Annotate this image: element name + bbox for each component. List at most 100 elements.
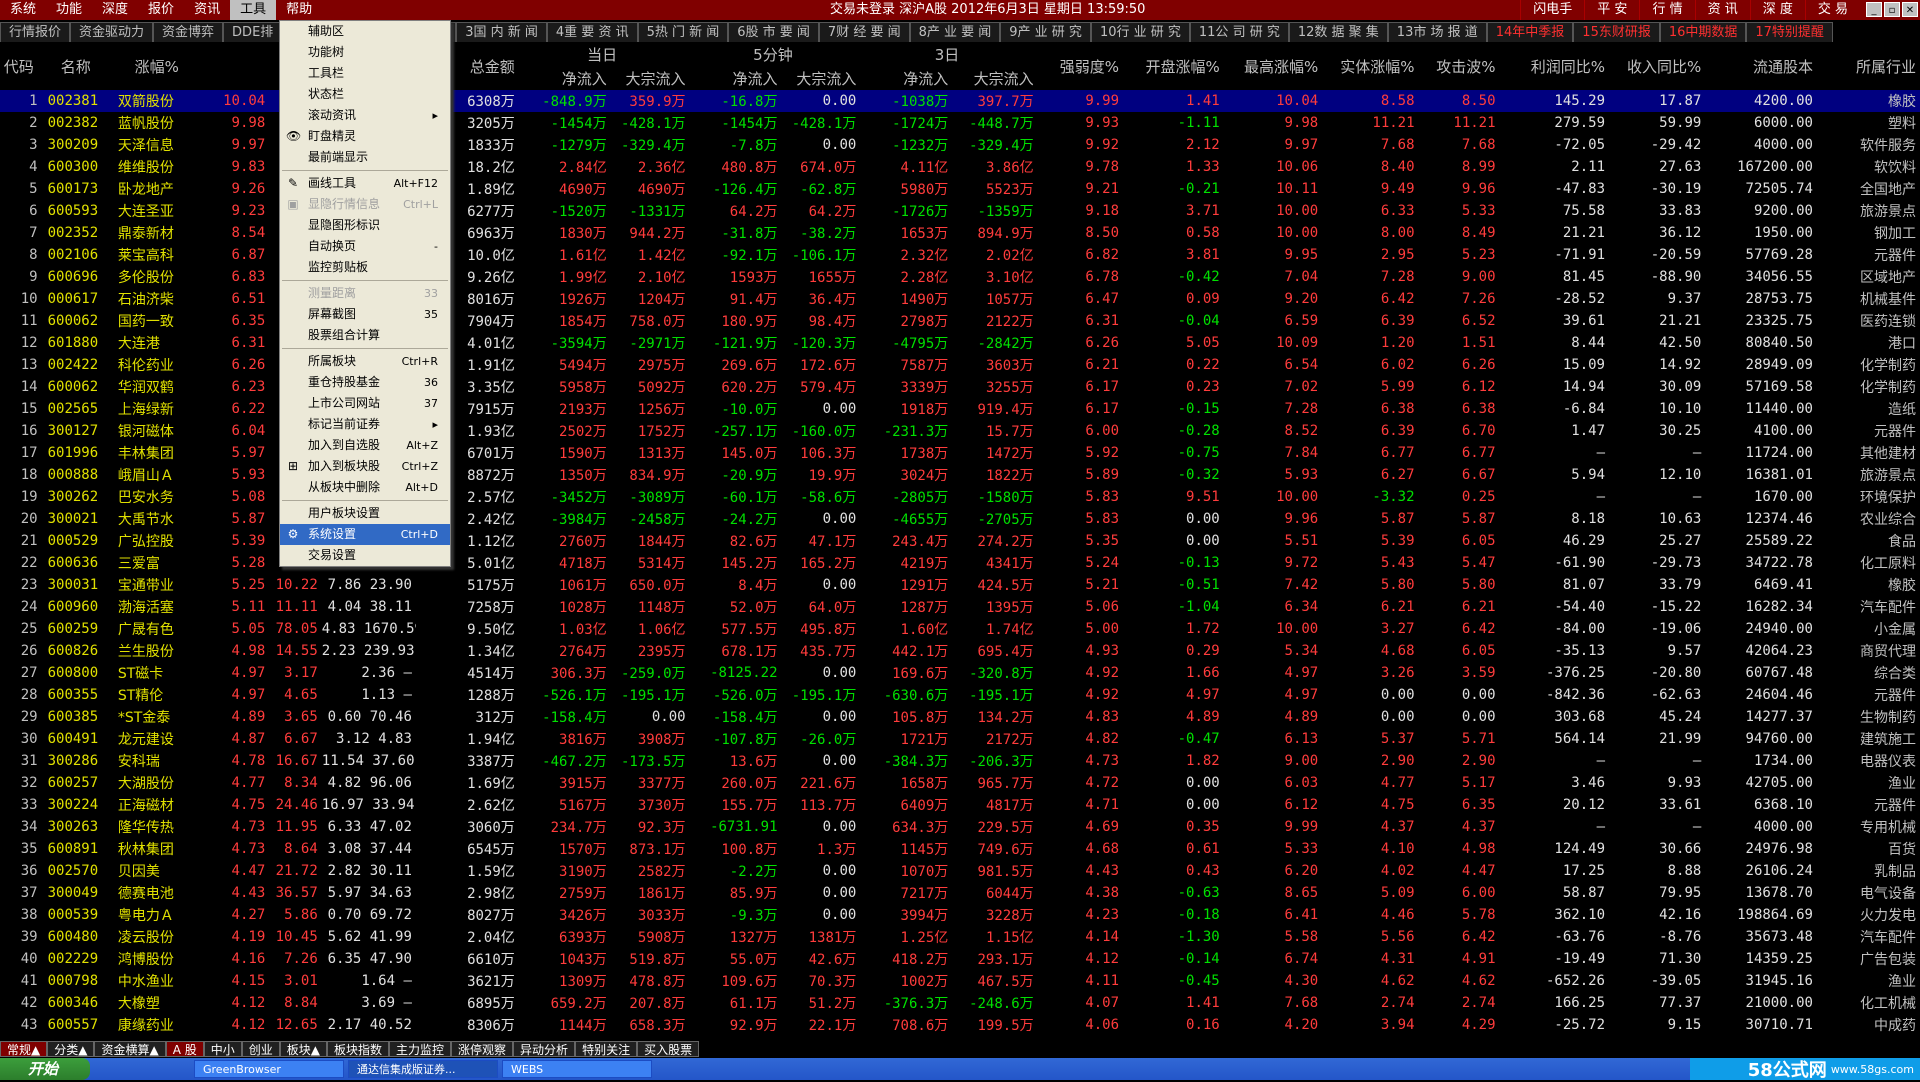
menu-item-19[interactable]: 重仓持股基金 36 xyxy=(280,372,450,393)
status-tab-3[interactable]: A 股 xyxy=(165,1041,204,1057)
tab-15[interactable]: 11公 司 研 究 xyxy=(1189,22,1289,42)
tab-20[interactable]: 16中期数据 xyxy=(1659,22,1747,42)
status-tab-8[interactable]: 主力监控 xyxy=(389,1041,452,1057)
column-header-9[interactable]: 净流入 xyxy=(690,66,782,90)
status-tab-0[interactable]: 常规▲ xyxy=(0,1041,48,1057)
menu-item-22[interactable]: 加入到自选股 Alt+Z xyxy=(280,435,450,456)
status-tab-11[interactable]: 特别关注 xyxy=(575,1041,638,1057)
close-icon[interactable]: ✕ xyxy=(1902,2,1918,17)
tab-18[interactable]: 14年中季报 xyxy=(1486,22,1574,42)
menu-item-4[interactable]: 滚动资讯 ▸ xyxy=(280,105,450,126)
menu-2[interactable]: 深度 xyxy=(92,0,138,20)
menu-item-10[interactable]: 显隐图形标识 xyxy=(280,215,450,236)
menu-item-16[interactable]: 股票组合计算 xyxy=(280,325,450,346)
taskbar-window-1[interactable]: 通达信集成版证券... xyxy=(348,1060,498,1078)
tab-19[interactable]: 15东财研报 xyxy=(1573,22,1660,42)
menu-item-1[interactable]: 功能树 xyxy=(280,42,450,63)
menu-item-11[interactable]: 自动换页 - xyxy=(280,236,450,257)
table-row[interactable]: 29 600385 *ST金泰 4.89 3.65 0.60 70.46 312万 -158.… xyxy=(0,706,1920,728)
status-tab-12[interactable]: 买入股票 xyxy=(637,1041,700,1057)
column-header-7[interactable]: 净流入 xyxy=(519,66,611,90)
table-row[interactable]: 33 300224 正海磁材 4.75 24.46 16.97 33.94 2.62亿 516… xyxy=(0,794,1920,816)
menu-item-15[interactable]: 屏幕截图 35 xyxy=(280,304,450,325)
status-tab-9[interactable]: 涨停观察 xyxy=(451,1041,514,1057)
tab-14[interactable]: 10行 业 研 究 xyxy=(1090,22,1190,42)
status-tab-4[interactable]: 中小 xyxy=(203,1041,242,1057)
table-row[interactable]: 41 000798 中水渔业 4.15 3.01 1.64 — 3621万 1309万 478.… xyxy=(0,970,1920,992)
status-tab-5[interactable]: 创业 xyxy=(241,1041,280,1057)
table-row[interactable]: 25 600259 广晟有色 5.05 78.05 4.83 1670.59 9.50亿 1.… xyxy=(0,618,1920,640)
tab-7[interactable]: 3国 内 新 闻 xyxy=(456,22,547,42)
table-row[interactable]: 38 000539 粤电力Ａ 4.27 5.86 0.70 69.72 8027万 3426万… xyxy=(0,904,1920,926)
tab-13[interactable]: 9产 业 研 究 xyxy=(1000,22,1091,42)
column-header-20[interactable]: 流通股本 xyxy=(1705,42,1817,90)
table-row[interactable]: 43 600557 康缘药业 4.12 12.65 2.17 40.52 8306万 1144… xyxy=(0,1014,1920,1036)
table-row[interactable]: 28 600355 ST精伦 4.97 4.65 1.13 — 1288万 -526.1万 -1… xyxy=(0,684,1920,706)
table-row[interactable]: 31 300286 安科瑞 4.78 16.67 11.54 37.60 3387万 -467… xyxy=(0,750,1920,772)
column-header-13[interactable]: 强弱度% xyxy=(1038,42,1123,90)
table-row[interactable]: 34 300263 隆华传热 4.73 11.95 6.33 47.02 3060万 234.… xyxy=(0,816,1920,838)
column-header-18[interactable]: 利润同比% xyxy=(1500,42,1609,90)
top-button-5[interactable]: 交 易 xyxy=(1804,0,1860,20)
column-header-11[interactable]: 净流入 xyxy=(860,66,952,90)
menu-item-2[interactable]: 工具栏 xyxy=(280,63,450,84)
column-header-21[interactable]: 所属行业 xyxy=(1817,42,1920,90)
top-button-4[interactable]: 深 度 xyxy=(1749,0,1805,20)
status-tab-7[interactable]: 板块指数 xyxy=(327,1041,390,1057)
tab-10[interactable]: 6股 市 要 闻 xyxy=(728,22,819,42)
column-header-17[interactable]: 攻击波% xyxy=(1419,42,1500,90)
menu-item-12[interactable]: 监控剪贴板 xyxy=(280,257,450,278)
taskbar-window-0[interactable]: GreenBrowser xyxy=(194,1060,344,1078)
restore-icon[interactable]: ▫ xyxy=(1884,2,1900,17)
taskbar-window-2[interactable]: WEBS xyxy=(502,1060,652,1078)
column-header-1[interactable]: 名称 xyxy=(42,42,114,90)
table-row[interactable]: 30 600491 龙元建设 4.87 6.67 3.12 4.83 1.94亿 3816万 3… xyxy=(0,728,1920,750)
menu-5[interactable]: 工具 xyxy=(230,0,277,20)
menu-item-26[interactable]: 用户板块设置 xyxy=(280,503,450,524)
menu-3[interactable]: 报价 xyxy=(138,0,184,20)
tab-21[interactable]: 17特别提醒 xyxy=(1746,22,1833,42)
menu-item-20[interactable]: 上市公司网站 37 xyxy=(280,393,450,414)
menu-item-24[interactable]: 从板块中删除 Alt+D xyxy=(280,477,450,498)
column-header-12[interactable]: 大宗流入 xyxy=(952,66,1037,90)
status-tab-10[interactable]: 异动分析 xyxy=(513,1041,576,1057)
table-row[interactable]: 35 600891 秋林集团 4.73 8.64 3.08 37.44 6545万 1570万… xyxy=(0,838,1920,860)
column-header-19[interactable]: 收入同比% xyxy=(1609,42,1705,90)
tab-0[interactable]: 行情报价 xyxy=(0,22,71,42)
tab-17[interactable]: 13市 场 报 道 xyxy=(1387,22,1487,42)
status-tab-6[interactable]: 板块▲ xyxy=(279,1041,327,1057)
top-button-3[interactable]: 资 讯 xyxy=(1694,0,1750,20)
tab-9[interactable]: 5热 门 新 闻 xyxy=(637,22,729,42)
status-tab-2[interactable]: 资金横算▲ xyxy=(94,1041,166,1057)
table-row[interactable]: 32 600257 大湖股份 4.77 8.34 4.82 96.06 1.69亿 3915万… xyxy=(0,772,1920,794)
column-header-10[interactable]: 大宗流入 xyxy=(782,66,861,90)
status-tab-1[interactable]: 分类▲ xyxy=(47,1041,95,1057)
menu-0[interactable]: 系统 xyxy=(0,0,46,20)
tab-11[interactable]: 7财 经 要 闻 xyxy=(818,22,910,42)
menu-item-28[interactable]: 交易设置 xyxy=(280,545,450,566)
top-button-0[interactable]: 闪电手 xyxy=(1520,0,1584,20)
column-header-2[interactable]: 涨幅% xyxy=(114,42,204,90)
start-button[interactable]: 开始 xyxy=(0,1058,90,1080)
tab-8[interactable]: 4重 要 资 讯 xyxy=(546,22,638,42)
tab-1[interactable]: 资金驱动力 xyxy=(70,22,154,42)
column-header-8[interactable]: 大宗流入 xyxy=(611,66,690,90)
menu-6[interactable]: 帮助 xyxy=(276,0,322,20)
menu-item-27[interactable]: ⚙ 系统设置 Ctrl+D xyxy=(280,524,450,545)
top-button-1[interactable]: 平 安 xyxy=(1584,0,1639,20)
table-row[interactable]: 23 300031 宝通带业 5.25 10.22 7.86 23.90 5175万 1061… xyxy=(0,574,1920,596)
table-row[interactable]: 36 002570 贝因美 4.47 21.72 2.82 30.11 1.59亿 3190万… xyxy=(0,860,1920,882)
menu-1[interactable]: 功能 xyxy=(46,0,92,20)
column-header-16[interactable]: 实体涨幅% xyxy=(1322,42,1418,90)
menu-item-0[interactable]: 辅助区 xyxy=(280,21,450,42)
tab-2[interactable]: 资金博弈 xyxy=(153,22,224,42)
table-row[interactable]: 26 600826 兰生股份 4.98 14.55 2.23 239.93 1.34亿 276… xyxy=(0,640,1920,662)
column-header-15[interactable]: 最高涨幅% xyxy=(1224,42,1323,90)
menu-item-21[interactable]: 标记当前证券 ▸ xyxy=(280,414,450,435)
column-header-0[interactable]: 代码 xyxy=(0,42,42,90)
column-header-3[interactable] xyxy=(204,42,270,90)
tab-12[interactable]: 8产 业 要 闻 xyxy=(909,22,1001,42)
menu-item-8[interactable]: ✎ 画线工具 Alt+F12 xyxy=(280,173,450,194)
menu-item-23[interactable]: ⊞ 加入到板块股 Ctrl+Z xyxy=(280,456,450,477)
menu-item-6[interactable]: 最前端显示 xyxy=(280,147,450,168)
